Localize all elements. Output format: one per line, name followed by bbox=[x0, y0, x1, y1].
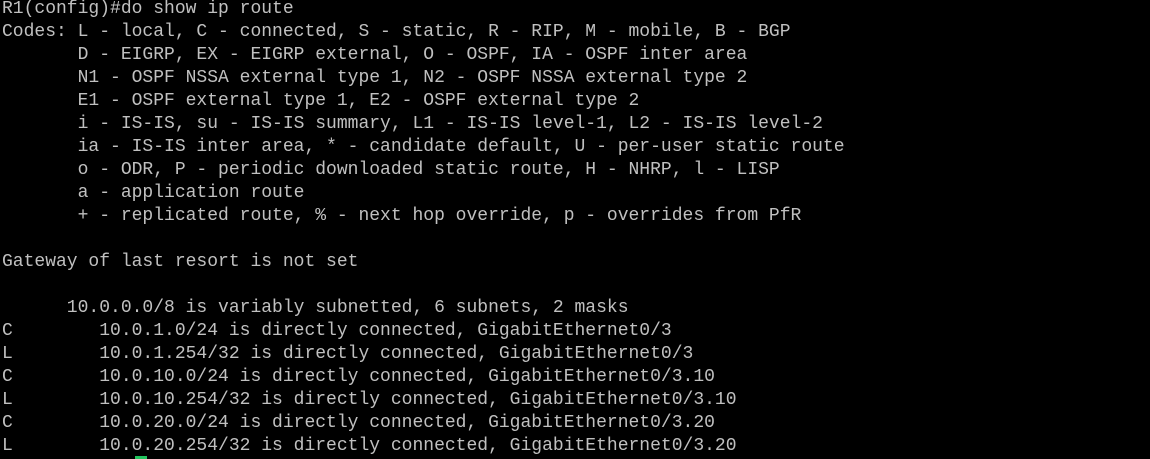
codes-legend-line: E1 - OSPF external type 1, E2 - OSPF ext… bbox=[2, 91, 640, 111]
route-entry: L 10.0.20.254/32 is directly connected, … bbox=[2, 436, 737, 456]
codes-legend-line: Codes: L - local, C - connected, S - sta… bbox=[2, 22, 791, 42]
terminal-output: R1(config)#do show ip route Codes: L - l… bbox=[2, 0, 845, 458]
route-entry: L 10.0.10.254/32 is directly connected, … bbox=[2, 390, 737, 410]
terminal-window[interactable]: R1(config)#do show ip route Codes: L - l… bbox=[0, 0, 1150, 459]
codes-legend-line: i - IS-IS, su - IS-IS summary, L1 - IS-I… bbox=[2, 114, 823, 134]
subnet-summary-line: 10.0.0.0/8 is variably subnetted, 6 subn… bbox=[2, 298, 629, 318]
codes-legend-line: o - ODR, P - periodic downloaded static … bbox=[2, 160, 780, 180]
route-entry: C 10.0.1.0/24 is directly connected, Gig… bbox=[2, 321, 672, 341]
codes-legend-line: a - application route bbox=[2, 183, 305, 203]
route-entry: C 10.0.20.0/24 is directly connected, Gi… bbox=[2, 413, 715, 433]
gateway-status-line: Gateway of last resort is not set bbox=[2, 252, 359, 272]
codes-legend-line: ia - IS-IS inter area, * - candidate def… bbox=[2, 137, 845, 157]
route-entry: C 10.0.10.0/24 is directly connected, Gi… bbox=[2, 367, 715, 387]
route-entry: L 10.0.1.254/32 is directly connected, G… bbox=[2, 344, 694, 364]
codes-legend-line: + - replicated route, % - next hop overr… bbox=[2, 206, 802, 226]
codes-legend-line: D - EIGRP, EX - EIGRP external, O - OSPF… bbox=[2, 45, 748, 65]
codes-legend-line: N1 - OSPF NSSA external type 1, N2 - OSP… bbox=[2, 68, 748, 88]
command-line: R1(config)#do show ip route bbox=[2, 0, 294, 19]
